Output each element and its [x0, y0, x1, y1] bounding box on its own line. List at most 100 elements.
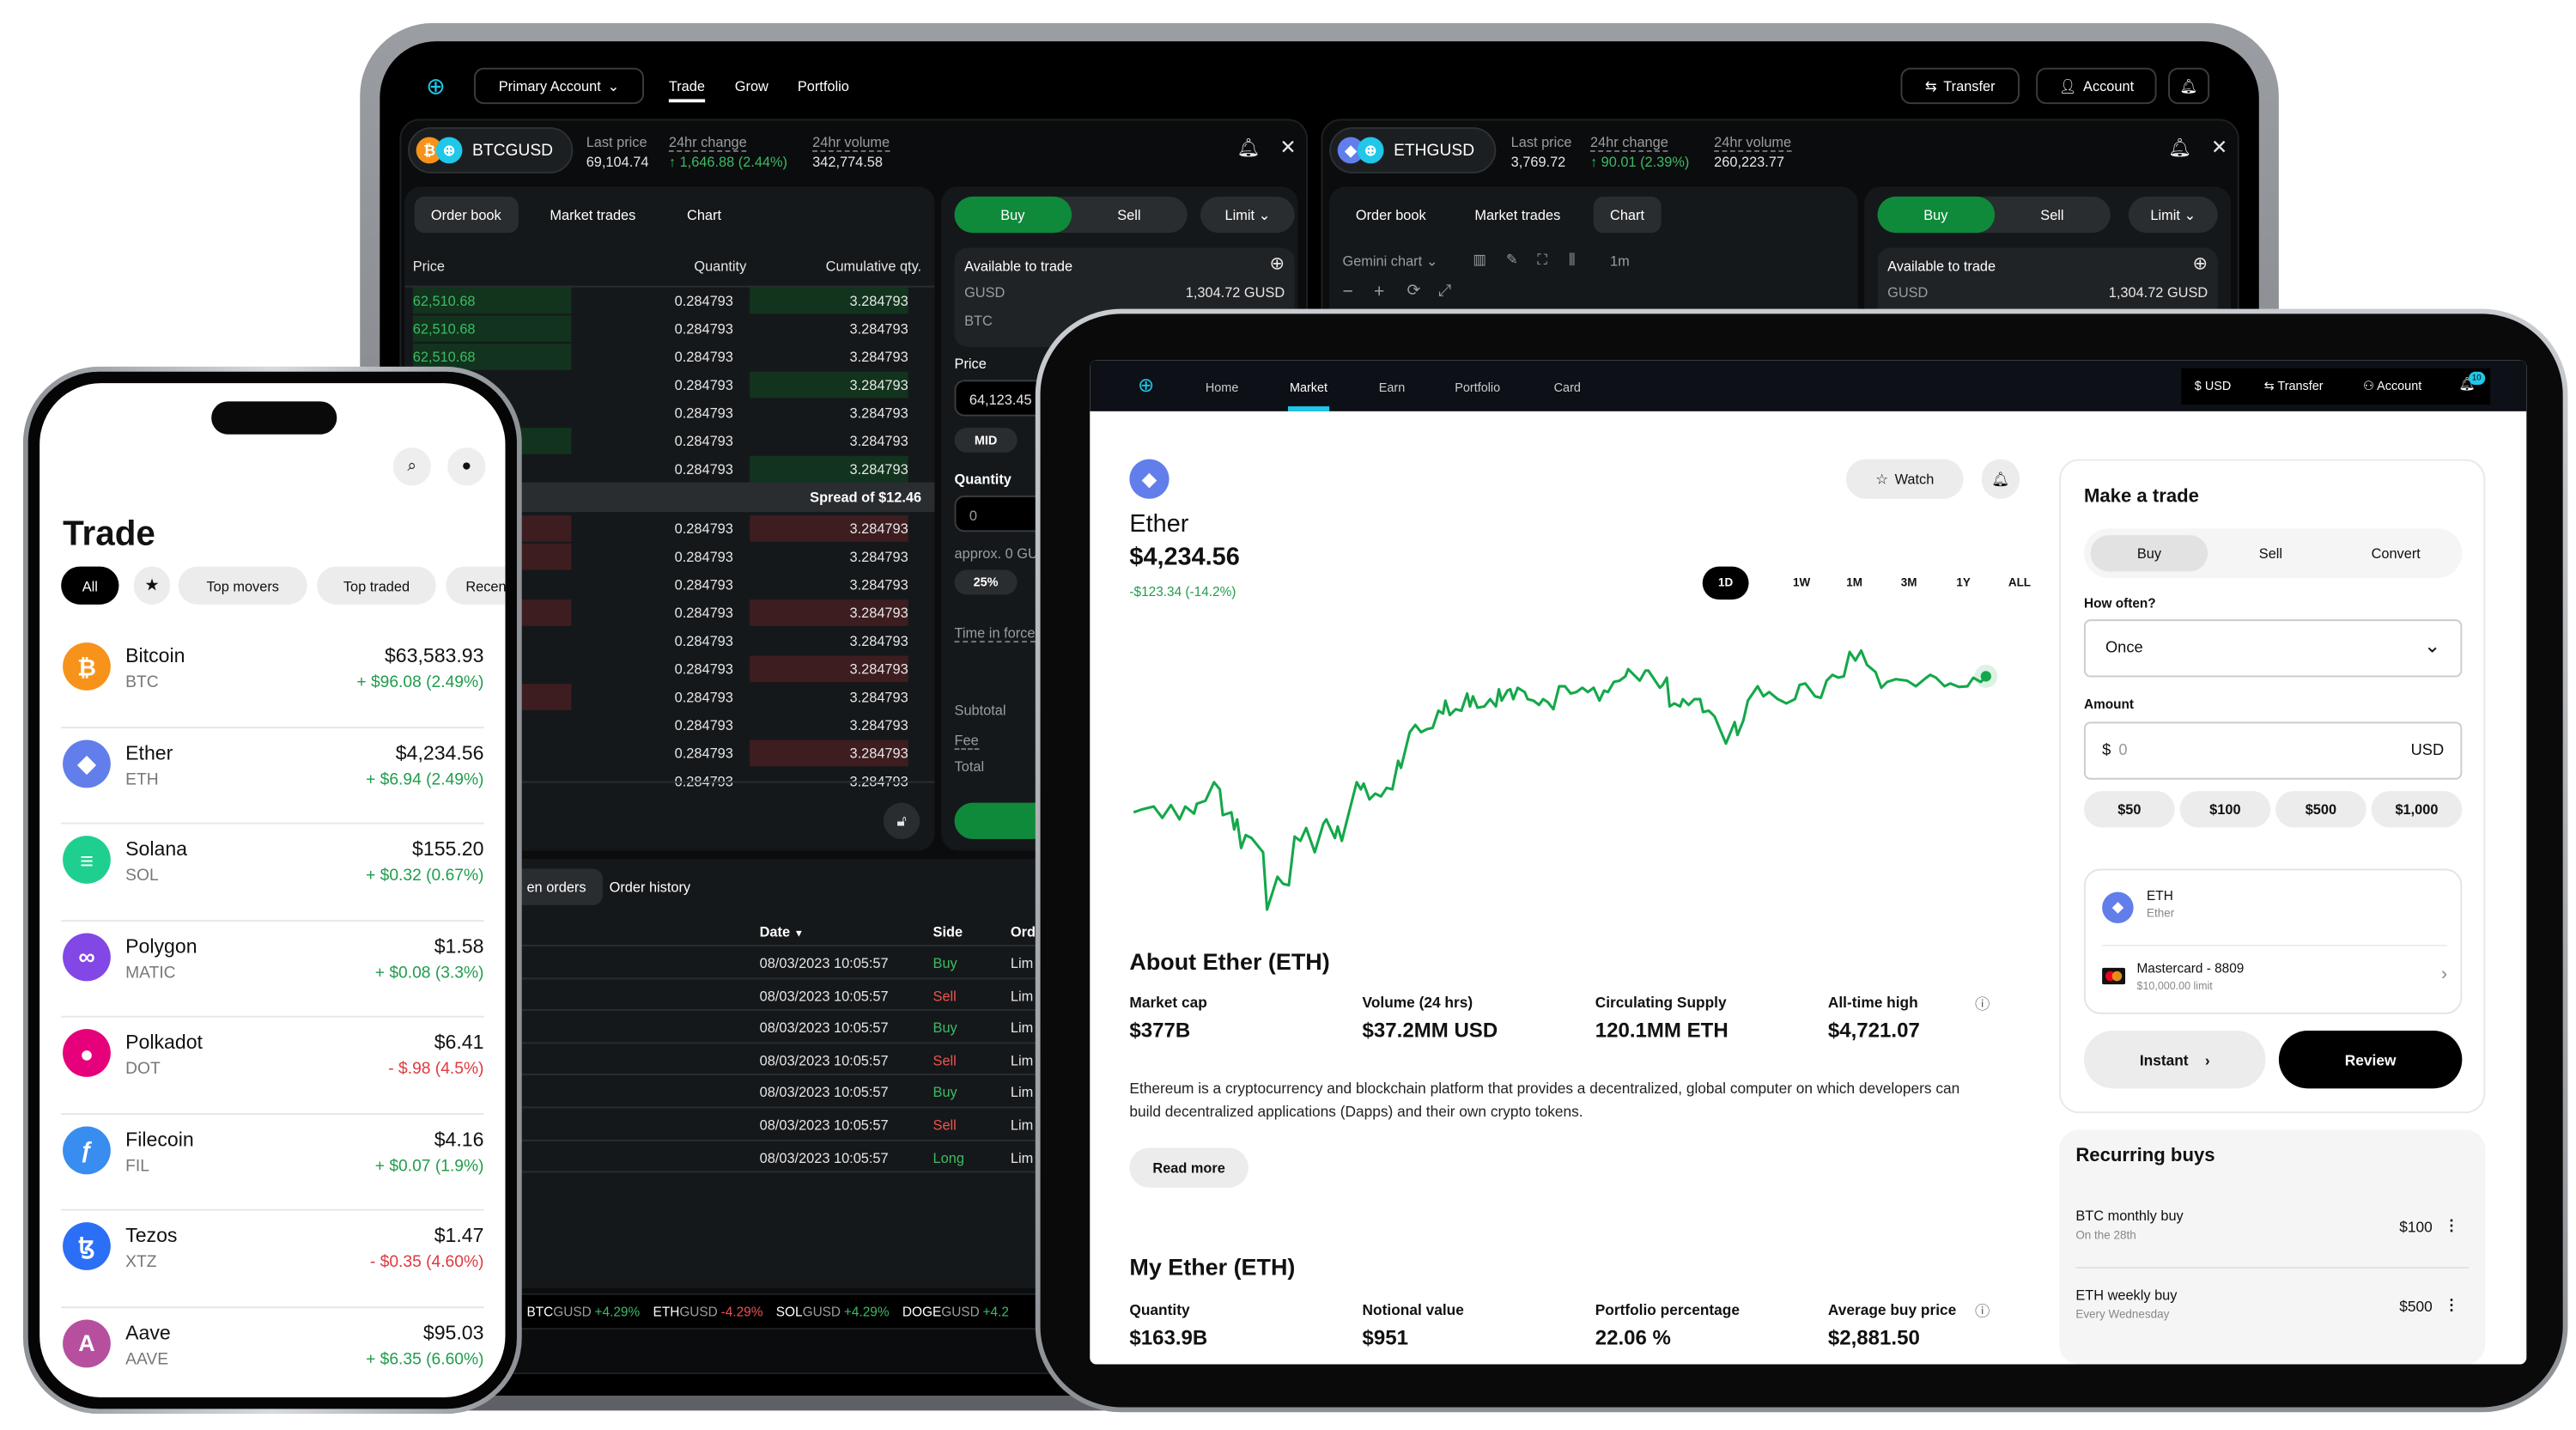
currency-select[interactable]: $ USD: [2195, 378, 2232, 392]
asset-row[interactable]: ≡ Solana SOL $155.20 + $0.32 (0.67%): [61, 825, 484, 922]
recurring-item[interactable]: BTC monthly buy On the 28th $100 ⋮: [2075, 1202, 2470, 1269]
close-icon[interactable]: ✕: [1279, 136, 1296, 159]
asset-row[interactable]: ∞ Polygon MATIC $1.58 + $0.08 (3.3%): [61, 921, 484, 1018]
frequency-select[interactable]: Once ⌄: [2083, 619, 2463, 678]
zoom-out-icon[interactable]: −: [1342, 283, 1352, 302]
nav-tab-grow[interactable]: Grow: [735, 77, 769, 94]
filter-top-movers[interactable]: Top movers: [178, 566, 307, 605]
buy-tab[interactable]: Buy: [1877, 196, 1995, 234]
more-options-icon[interactable]: ⋮: [2444, 1297, 2458, 1315]
stat-label[interactable]: 24hr volume: [1714, 134, 1792, 152]
stat-label[interactable]: 24hr change: [1589, 134, 1668, 152]
candles-icon[interactable]: ⫼: [1569, 251, 1576, 269]
tab-order-history[interactable]: Order history: [592, 869, 707, 905]
pair-selector-btcgusd[interactable]: ₿ ⊕ BTCGUSD: [408, 127, 574, 173]
payment-method[interactable]: Mastercard - 8809 $10,000.00 limit ›: [2086, 946, 2464, 1013]
range-3m[interactable]: 3M: [1886, 567, 1932, 599]
bid-row[interactable]: 62,510.68 0.284793 3.284793: [404, 344, 921, 372]
notifications-button[interactable]: 🔔︎ 10: [2458, 371, 2485, 392]
profile-button[interactable]: ●: [447, 447, 486, 486]
stat-label[interactable]: 24hr volume: [812, 134, 890, 152]
pair-selector-ethgusd[interactable]: ◆ ⊕ ETHGUSD: [1329, 127, 1497, 173]
range-1d[interactable]: 1D: [1702, 566, 1749, 600]
amount-input[interactable]: $ 0 USD: [2083, 721, 2463, 780]
filter-all[interactable]: All: [61, 566, 119, 605]
tab-buy[interactable]: Buy: [2090, 535, 2208, 572]
nav-portfolio[interactable]: Portfolio: [1455, 380, 1500, 394]
ticker-item[interactable]: SOLGUSD +4.29%: [776, 1304, 890, 1318]
nav-market[interactable]: Market: [1290, 380, 1327, 394]
tab-chart[interactable]: Chart: [1593, 196, 1662, 234]
filter-favorites[interactable]: ★: [133, 566, 171, 605]
sell-tab[interactable]: Sell: [1994, 197, 2111, 233]
tab-market-trades[interactable]: Market trades: [533, 197, 652, 233]
info-icon[interactable]: ⓘ: [1975, 993, 1990, 1014]
tab-chart[interactable]: Chart: [671, 197, 738, 233]
ticker-item[interactable]: ETHGUSD -4.29%: [653, 1304, 763, 1318]
preset-amount-button[interactable]: $100: [2179, 791, 2271, 828]
asset-row[interactable]: ꜩ Tezos XTZ $1.47 - $0.35 (4.60%): [61, 1211, 484, 1308]
expand-icon[interactable]: ⤢: [1438, 283, 1451, 301]
range-1w[interactable]: 1W: [1778, 567, 1825, 599]
order-type-select[interactable]: Limit ⌄: [1200, 196, 1295, 234]
gemini-logo[interactable]: ⊕: [1138, 374, 1154, 397]
nav-tab-trade[interactable]: Trade: [668, 77, 705, 103]
account-button[interactable]: 👤︎ Account: [2036, 67, 2157, 105]
order-type-select[interactable]: Limit ⌄: [2128, 196, 2218, 234]
more-options-icon[interactable]: ⋮: [2444, 1217, 2458, 1235]
recurring-item[interactable]: ETH weekly buy Every Wednesday $500 ⋮: [2075, 1281, 2469, 1348]
col-date[interactable]: Date ▼: [760, 923, 804, 940]
stat-label[interactable]: 24hr change: [668, 134, 747, 152]
tab-order-book[interactable]: Order book: [414, 196, 518, 234]
chart-source-select[interactable]: Gemini chart ⌄: [1342, 253, 1437, 271]
range-1y[interactable]: 1Y: [1941, 567, 1987, 599]
fullscreen-icon[interactable]: ⛶: [1537, 251, 1546, 269]
gemini-logo[interactable]: ⊕: [426, 73, 446, 101]
nav-earn[interactable]: Earn: [1379, 380, 1405, 394]
ticker-item[interactable]: DOGEGUSD +4.2: [902, 1304, 1009, 1318]
pencil-icon[interactable]: ✎: [1506, 251, 1518, 269]
reset-icon[interactable]: ⟳: [1406, 283, 1420, 301]
tab-market-trades[interactable]: Market trades: [1458, 197, 1577, 233]
review-button[interactable]: Review: [2278, 1031, 2463, 1089]
time-in-force-label[interactable]: Time in force: [954, 624, 1036, 643]
asset-row[interactable]: ₿ Bitcoin BTC $63,583.93 + $96.08 (2.49%): [61, 631, 484, 728]
nav-tab-portfolio[interactable]: Portfolio: [798, 77, 849, 94]
layout-icon[interactable]: ▥: [1473, 251, 1485, 269]
interval-select[interactable]: 1m: [1610, 253, 1630, 269]
filter-recent[interactable]: Recen: [446, 566, 506, 605]
buy-tab[interactable]: Buy: [954, 196, 1072, 234]
lock-button[interactable]: 🔓︎: [883, 802, 920, 839]
mid-button[interactable]: MID: [954, 428, 1018, 453]
account-selector[interactable]: Primary Account ⌄: [473, 67, 645, 105]
sell-tab[interactable]: Sell: [1071, 197, 1188, 233]
range-all[interactable]: ALL: [1996, 567, 2043, 599]
read-more-button[interactable]: Read more: [1129, 1147, 1249, 1188]
asset-row[interactable]: ƒ Filecoin FIL $4.16 + $0.07 (1.9%): [61, 1114, 484, 1211]
alert-bell-icon[interactable]: 🔔︎: [1236, 137, 1260, 159]
tab-convert[interactable]: Convert: [2372, 545, 2421, 562]
close-icon[interactable]: ✕: [2211, 136, 2227, 159]
account-button[interactable]: ⚇ Account: [2363, 378, 2421, 392]
notifications-button[interactable]: 🔔︎: [2168, 67, 2210, 105]
nav-home[interactable]: Home: [1206, 380, 1238, 394]
transfer-button[interactable]: ⇆ Transfer: [2264, 378, 2324, 392]
bid-row[interactable]: 62,510.68 0.284793 3.284793: [404, 287, 921, 316]
watch-button[interactable]: ☆ Watch: [1846, 459, 1964, 499]
tab-order-book[interactable]: Order book: [1340, 197, 1443, 233]
alert-bell-icon[interactable]: 🔔︎: [2168, 137, 2191, 159]
range-1m[interactable]: 1M: [1832, 567, 1878, 599]
search-button[interactable]: ⌕: [392, 447, 431, 486]
zoom-in-icon[interactable]: +: [1374, 283, 1384, 302]
add-funds-icon[interactable]: ⊕: [2192, 253, 2208, 274]
nav-card[interactable]: Card: [1554, 380, 1581, 394]
asset-row[interactable]: ◆ Ether ETH $4,234.56 + $6.94 (2.49%): [61, 727, 484, 825]
info-icon[interactable]: ⓘ: [1975, 1299, 1990, 1321]
fee-label[interactable]: Fee: [954, 732, 979, 751]
price-alert-button[interactable]: 🔔︎: [1981, 459, 2020, 499]
tab-sell[interactable]: Sell: [2259, 545, 2282, 562]
preset-amount-button[interactable]: $50: [2083, 791, 2175, 828]
transfer-button[interactable]: ⇆ Transfer: [1900, 67, 2020, 105]
pct-25-button[interactable]: 25%: [954, 569, 1018, 595]
asset-row[interactable]: ● Polkadot DOT $6.41 - $.98 (4.5%): [61, 1018, 484, 1115]
